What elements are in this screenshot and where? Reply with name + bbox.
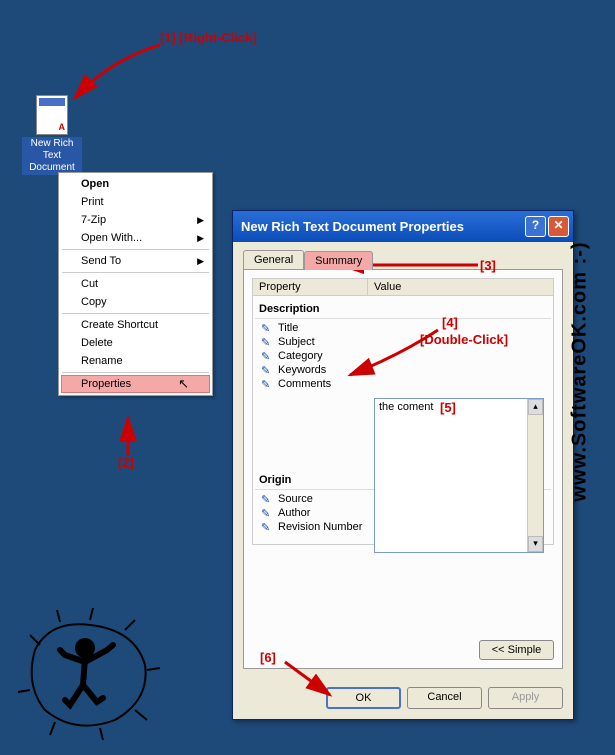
edit-icon [261,507,275,519]
prop-keywords[interactable]: Keywords [255,363,551,377]
dialog-titlebar[interactable]: New Rich Text Document Properties ? ✕ [233,211,573,242]
property-headers: Property Value [252,278,554,296]
tabs: General Summary [243,250,563,269]
scroll-down-icon[interactable]: ▾ [528,536,543,552]
menu-separator [62,272,209,273]
chevron-right-icon: ▶ [197,256,204,267]
annotation-6: [6] [260,650,276,665]
scrollbar[interactable]: ▴ ▾ [527,399,543,552]
chevron-right-icon: ▶ [197,233,204,244]
cursor-icon: ↖ [178,376,189,392]
annotation-4b: [Double-Click] [420,332,508,347]
menu-cut[interactable]: Cut [61,275,210,293]
menu-separator [62,249,209,250]
group-description: Description [255,300,551,319]
annotation-4: [4] [442,315,458,330]
edit-icon [261,364,275,376]
menu-properties[interactable]: Properties↖ [61,375,210,393]
col-property[interactable]: Property [253,279,368,295]
annotation-2: [2] [118,455,134,470]
tab-general[interactable]: General [243,250,304,269]
desktop-icon-label: New Rich Text Document [22,137,82,175]
menu-rename[interactable]: Rename [61,352,210,370]
menu-separator [62,372,209,373]
edit-icon [261,521,275,533]
edit-icon [261,350,275,362]
prop-category[interactable]: Category [255,349,551,363]
comments-value: the coment [379,401,433,413]
dialog-title: New Rich Text Document Properties [241,219,523,234]
comments-textarea[interactable]: the coment ▴ ▾ [374,398,544,553]
chevron-right-icon: ▶ [197,215,204,226]
menu-print[interactable]: Print [61,193,210,211]
edit-icon [261,322,275,334]
watermark: www.SoftwareOK.com :-) [568,241,591,501]
help-button[interactable]: ? [525,216,546,237]
edit-icon [261,378,275,390]
menu-7zip[interactable]: 7-Zip▶ [61,211,210,229]
ok-button[interactable]: OK [326,687,401,709]
annotation-5: [5] [440,400,456,415]
properties-dialog: New Rich Text Document Properties ? ✕ Ge… [232,210,574,720]
simple-button[interactable]: << Simple [479,640,554,660]
rtf-file-icon [36,95,68,135]
menu-create-shortcut[interactable]: Create Shortcut [61,316,210,334]
edit-icon [261,336,275,348]
desktop-file-icon[interactable]: New Rich Text Document [22,95,82,175]
scroll-up-icon[interactable]: ▴ [528,399,543,415]
apply-button[interactable]: Apply [488,687,563,709]
prop-comments[interactable]: Comments [255,377,551,391]
context-menu: Open Print 7-Zip▶ Open With...▶ Send To▶… [58,172,213,396]
tab-panel: Property Value Description Title Subject… [243,269,563,669]
menu-copy[interactable]: Copy [61,293,210,311]
annotation-1: [1] [Right-Click] [160,30,257,45]
dialog-buttons: OK Cancel Apply [233,679,573,719]
menu-delete[interactable]: Delete [61,334,210,352]
tab-summary[interactable]: Summary [304,251,373,270]
col-value[interactable]: Value [368,279,553,295]
edit-icon [261,493,275,505]
menu-open[interactable]: Open [61,175,210,193]
cartoon-figure [15,600,165,740]
menu-open-with[interactable]: Open With...▶ [61,229,210,247]
menu-send-to[interactable]: Send To▶ [61,252,210,270]
close-button[interactable]: ✕ [548,216,569,237]
menu-separator [62,313,209,314]
cancel-button[interactable]: Cancel [407,687,482,709]
